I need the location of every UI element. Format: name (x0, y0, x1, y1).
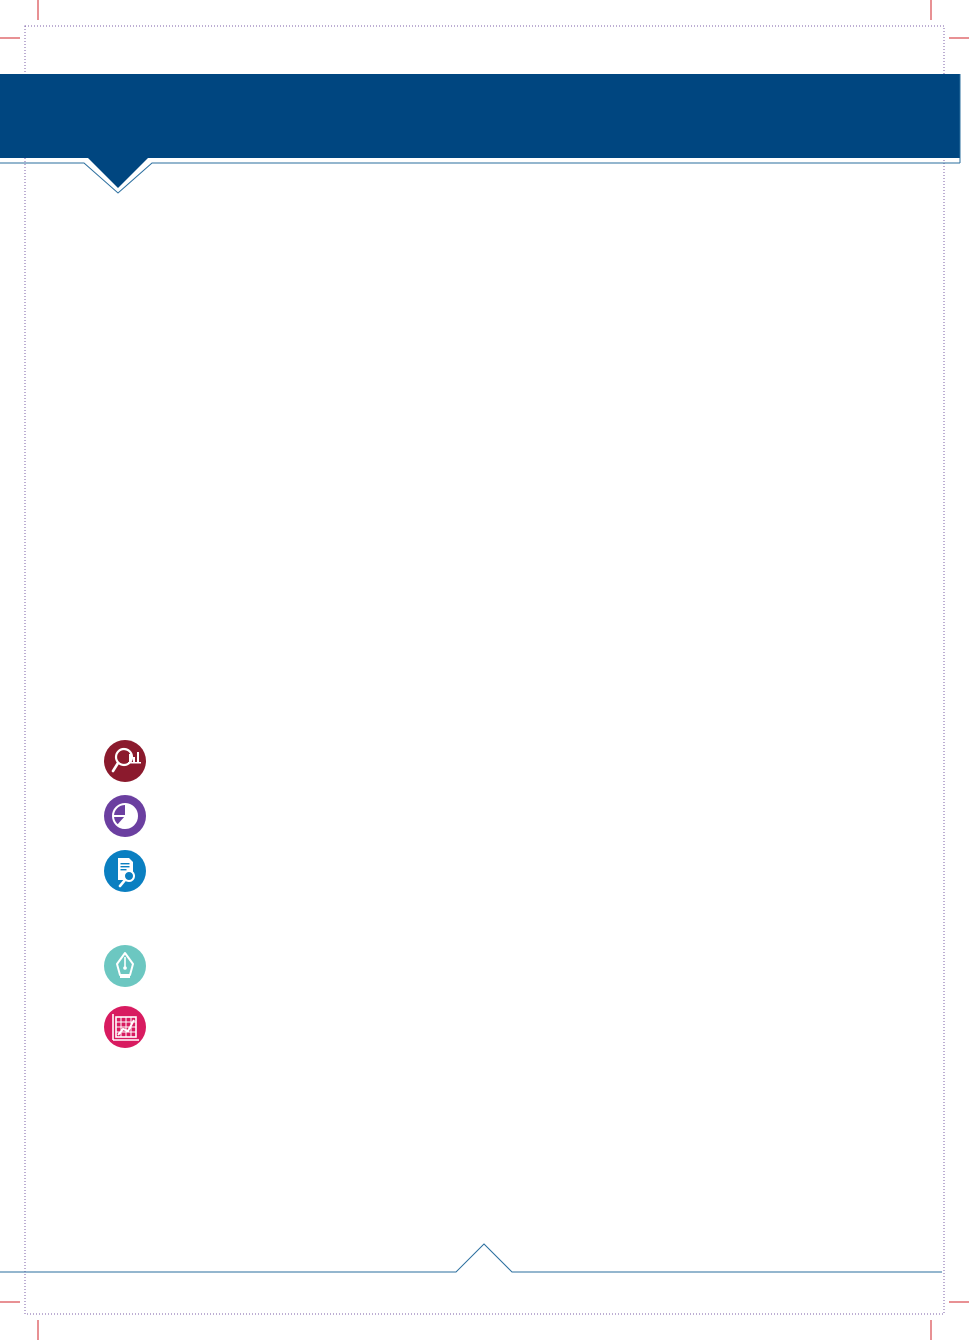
header-band (0, 74, 961, 194)
trim-box (24, 25, 945, 1315)
document-search-icon (103, 849, 147, 893)
footer-notch-line (0, 1243, 942, 1273)
page-frame (0, 0, 969, 1340)
pie-chart-icon (103, 794, 147, 838)
footer-rule (0, 1243, 942, 1273)
grid-chart-icon (103, 1005, 147, 1049)
magnifier-bar-chart-icon (103, 739, 147, 783)
header-underline (0, 162, 960, 194)
header-bar (0, 74, 960, 158)
header-pointer (88, 158, 148, 188)
pen-nib-icon (103, 944, 147, 988)
